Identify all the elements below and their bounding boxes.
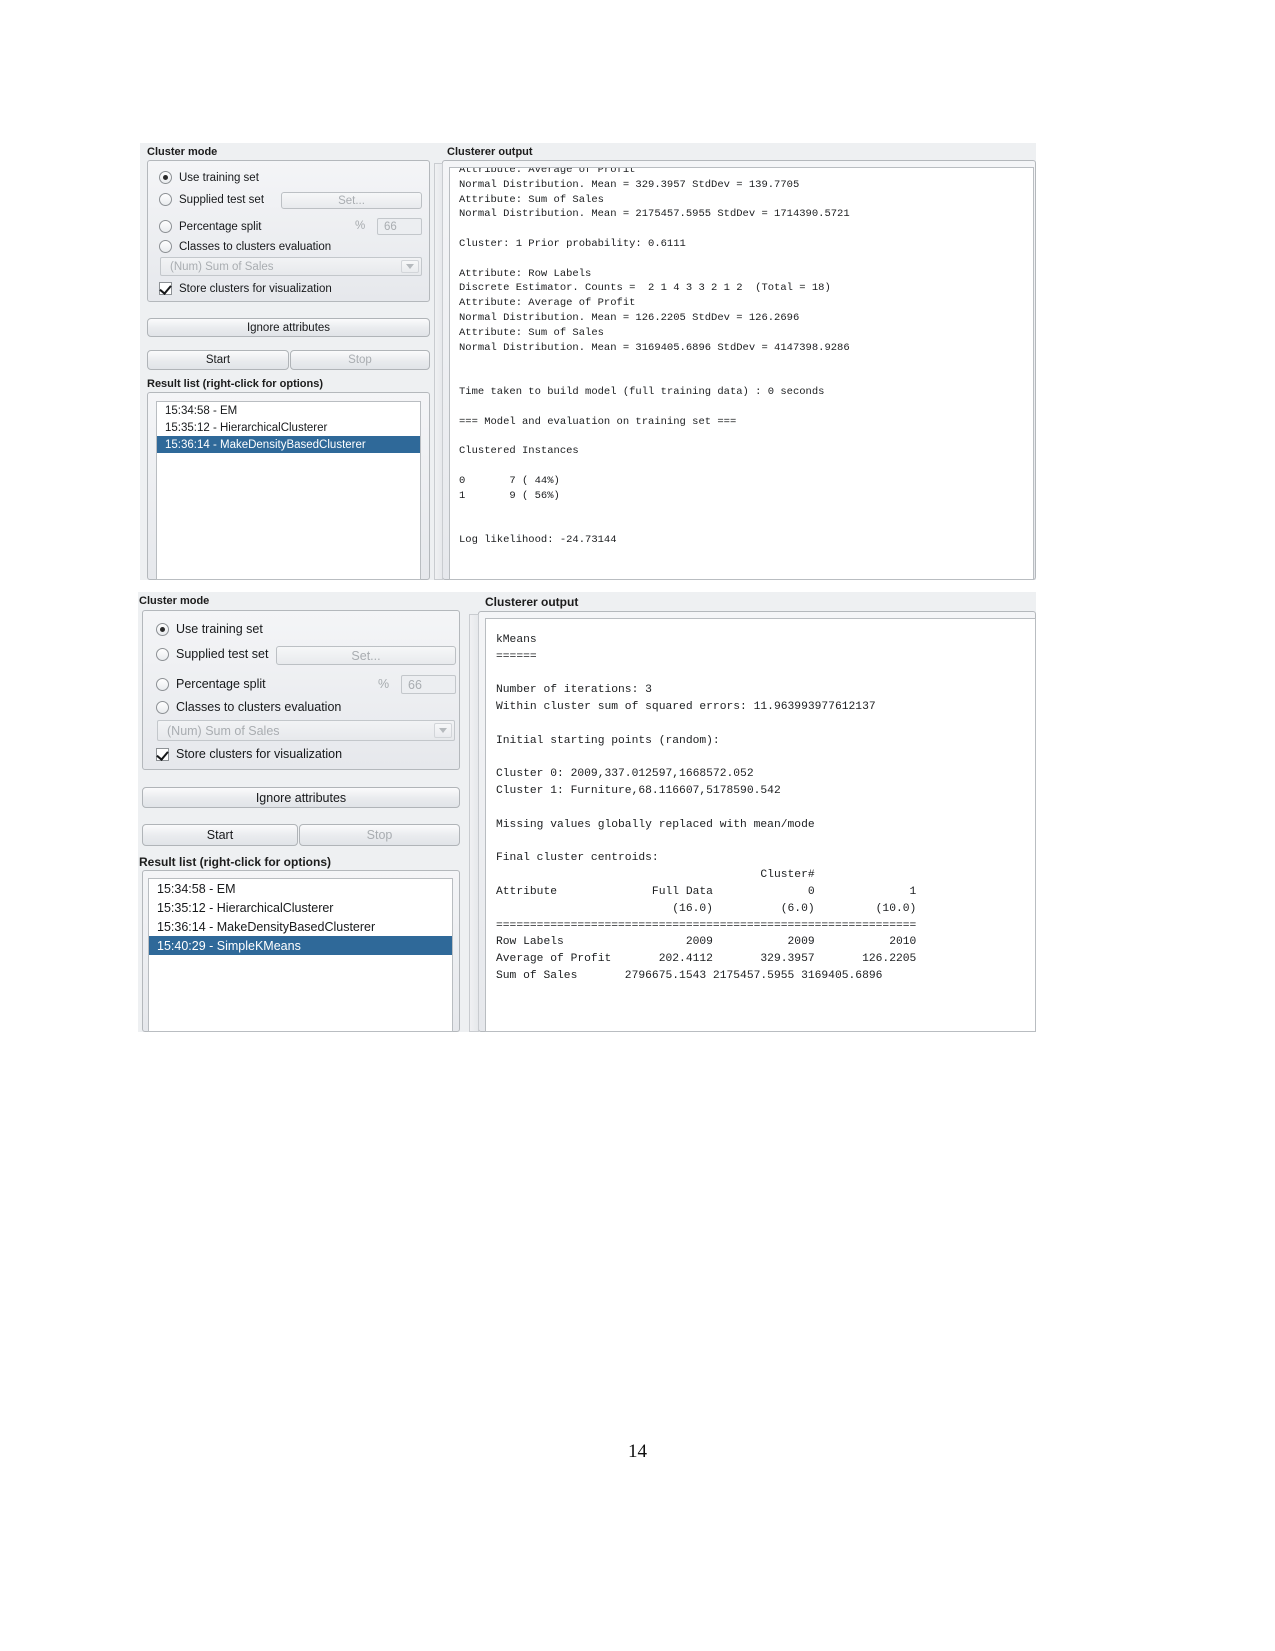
- radio-supplied-test-set-label: Supplied test set: [176, 647, 269, 661]
- list-item[interactable]: 15:36:14 - MakeDensityBasedClusterer: [157, 436, 420, 453]
- radio-percentage-split-label: Percentage split: [179, 220, 262, 233]
- percentage-split-input[interactable]: 66: [377, 218, 422, 235]
- checkbox-store-clusters-indicator[interactable]: [159, 282, 172, 295]
- radio-percentage-split[interactable]: Percentage split: [159, 220, 261, 233]
- radio-classes-to-clusters-label: Classes to clusters evaluation: [176, 700, 342, 714]
- cluster-mode-title: Cluster mode: [147, 146, 218, 158]
- stop-button: Stop: [299, 824, 460, 846]
- radio-use-training-set-label: Use training set: [179, 171, 259, 184]
- ignore-attributes-button[interactable]: Ignore attributes: [147, 318, 430, 337]
- percent-symbol-label: %: [355, 220, 366, 232]
- list-item[interactable]: 15:35:12 - HierarchicalClusterer: [149, 898, 452, 917]
- list-item[interactable]: 15:35:12 - HierarchicalClusterer: [157, 419, 420, 436]
- result-list[interactable]: 15:34:58 - EM 15:35:12 - HierarchicalClu…: [148, 878, 453, 1032]
- chevron-down-icon[interactable]: [434, 723, 452, 738]
- class-attribute-combo[interactable]: (Num) Sum of Sales: [157, 720, 455, 741]
- result-list[interactable]: 15:34:58 - EM 15:35:12 - HierarchicalClu…: [156, 401, 421, 580]
- clusterer-output-textarea[interactable]: Attribute: Average of Profit Normal Dist…: [449, 167, 1034, 580]
- checkbox-store-clusters[interactable]: Store clusters for visualization: [159, 282, 332, 295]
- chevron-down-icon[interactable]: [401, 260, 419, 273]
- list-item[interactable]: 15:34:58 - EM: [157, 402, 420, 419]
- radio-percentage-split-indicator[interactable]: [159, 220, 172, 233]
- set-button[interactable]: Set...: [276, 646, 456, 665]
- radio-use-training-set-indicator[interactable]: [159, 171, 172, 184]
- radio-use-training-set[interactable]: Use training set: [156, 622, 263, 636]
- clusterer-output-title: Clusterer output: [485, 595, 579, 609]
- list-item[interactable]: 15:36:14 - MakeDensityBasedClusterer: [149, 917, 452, 936]
- result-list-title: Result list (right-click for options): [147, 378, 324, 390]
- checkbox-store-clusters-indicator[interactable]: [156, 747, 169, 761]
- radio-use-training-set-label: Use training set: [176, 622, 263, 636]
- outer-scrollbar[interactable]: [434, 163, 443, 580]
- cluster-mode-title: Cluster mode: [139, 595, 210, 607]
- clusterer-output-textarea[interactable]: kMeans ====== Number of iterations: 3 Wi…: [485, 618, 1036, 1032]
- checkbox-store-clusters[interactable]: Store clusters for visualization: [156, 747, 342, 761]
- clusterer-output-text: kMeans ====== Number of iterations: 3 Wi…: [496, 634, 917, 982]
- weka-cluster-screenshot-bottom: Cluster mode Use training set Supplied t…: [138, 592, 1036, 1032]
- clusterer-output-column: Clusterer output kMeans ====== Number of…: [469, 592, 1036, 1032]
- start-button[interactable]: Start: [147, 350, 289, 370]
- radio-supplied-test-set[interactable]: Supplied test set: [159, 193, 264, 206]
- radio-percentage-split[interactable]: Percentage split: [156, 677, 266, 691]
- stop-button: Stop: [290, 350, 430, 370]
- radio-classes-to-clusters[interactable]: Classes to clusters evaluation: [159, 240, 331, 253]
- radio-supplied-test-set-label: Supplied test set: [179, 193, 265, 206]
- radio-classes-to-clusters-label: Classes to clusters evaluation: [179, 240, 332, 253]
- list-item[interactable]: 15:34:58 - EM: [149, 879, 452, 898]
- radio-supplied-test-set-indicator[interactable]: [156, 647, 169, 661]
- radio-percentage-split-label: Percentage split: [176, 677, 266, 691]
- radio-classes-to-clusters[interactable]: Classes to clusters evaluation: [156, 700, 341, 714]
- clusterer-output-text: Attribute: Average of Profit Normal Dist…: [459, 167, 850, 546]
- outer-scrollbar[interactable]: [469, 614, 479, 1032]
- radio-supplied-test-set-indicator[interactable]: [159, 193, 172, 206]
- result-list-title: Result list (right-click for options): [139, 855, 332, 869]
- radio-classes-to-clusters-indicator[interactable]: [156, 700, 169, 714]
- radio-percentage-split-indicator[interactable]: [156, 677, 169, 691]
- class-attribute-combo[interactable]: (Num) Sum of Sales: [160, 257, 422, 276]
- percent-symbol-label: %: [378, 677, 390, 691]
- page-number: 14: [628, 1441, 647, 1462]
- radio-use-training-set[interactable]: Use training set: [159, 171, 259, 184]
- checkbox-store-clusters-label: Store clusters for visualization: [176, 747, 343, 761]
- radio-supplied-test-set[interactable]: Supplied test set: [156, 647, 268, 661]
- start-button[interactable]: Start: [142, 824, 298, 846]
- radio-classes-to-clusters-indicator[interactable]: [159, 240, 172, 253]
- set-button[interactable]: Set...: [281, 192, 422, 209]
- cluster-mode-column: Cluster mode Use training set Supplied t…: [138, 592, 473, 1032]
- cluster-mode-column: Cluster mode Use training set Supplied t…: [140, 143, 437, 580]
- clusterer-output-title: Clusterer output: [447, 146, 533, 158]
- class-attribute-combo-value: (Num) Sum of Sales: [170, 260, 274, 273]
- radio-use-training-set-indicator[interactable]: [156, 622, 169, 636]
- weka-cluster-screenshot-top: Cluster mode Use training set Supplied t…: [140, 143, 1036, 580]
- list-item[interactable]: 15:40:29 - SimpleKMeans: [149, 936, 452, 955]
- percentage-split-input[interactable]: 66: [401, 675, 456, 694]
- checkbox-store-clusters-label: Store clusters for visualization: [179, 282, 332, 295]
- class-attribute-combo-value: (Num) Sum of Sales: [167, 723, 280, 738]
- clusterer-output-column: Clusterer output Attribute: Average of P…: [434, 143, 1036, 580]
- ignore-attributes-button[interactable]: Ignore attributes: [142, 787, 460, 808]
